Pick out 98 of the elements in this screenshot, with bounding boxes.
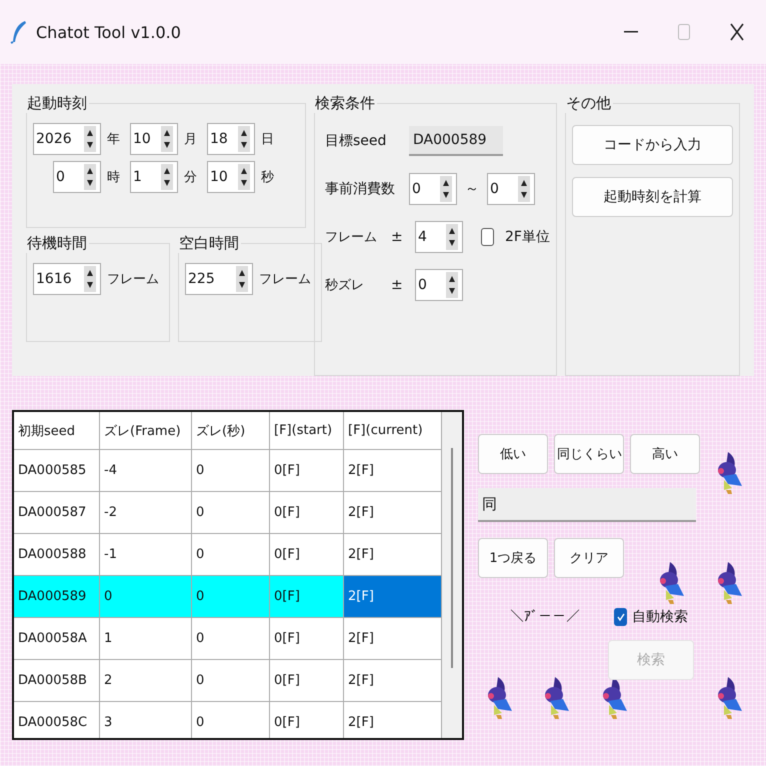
minimize-icon[interactable] (624, 31, 638, 33)
close-icon[interactable] (730, 23, 744, 41)
group-title: 待機時間 (26, 234, 88, 253)
table-cell[interactable]: 2[F] (344, 702, 442, 738)
group-title: 起動時刻 (26, 94, 88, 113)
table-cell[interactable]: 1 (100, 618, 192, 660)
check-icon (616, 612, 626, 622)
action-button[interactable]: 起動時刻を計算 (572, 177, 733, 217)
field-label: 目標seed (325, 132, 388, 150)
table-cell[interactable]: 2 (100, 660, 192, 702)
unit-label: 年 (107, 131, 120, 148)
column-header[interactable]: [F](start) (270, 412, 344, 450)
unit-label: 秒 (261, 169, 274, 186)
table-cell[interactable]: -4 (100, 450, 192, 492)
spinner-icon[interactable] (238, 164, 250, 190)
spin-field[interactable]: 10 (130, 123, 178, 155)
table-cell[interactable]: 0 (192, 450, 270, 492)
table-cell[interactable]: -2 (100, 492, 192, 534)
column-header[interactable]: 初期seed (14, 412, 100, 450)
checkbox-label: 自動検索 (632, 608, 688, 626)
spin-field[interactable]: 0 (53, 161, 101, 193)
unit-label: フレーム (107, 271, 159, 288)
cry-text: ＼ｱﾞ－－／ (510, 609, 580, 625)
unit-label: 日 (261, 131, 274, 148)
spin-field[interactable]: 2026 (33, 123, 101, 155)
table-cell[interactable]: 0 (192, 576, 270, 618)
spinner-icon[interactable] (84, 266, 96, 292)
judge-button[interactable]: 高い (630, 434, 700, 474)
spinner-icon[interactable] (161, 164, 173, 190)
spinner-icon[interactable] (518, 176, 530, 202)
spinner-icon[interactable] (84, 164, 96, 190)
column-header[interactable]: ズレ(Frame) (100, 412, 192, 450)
spin-field[interactable]: 1616 (33, 263, 101, 295)
field-label: 秒ズレ (325, 277, 365, 294)
field-label: フレーム (325, 229, 378, 246)
table-cell[interactable]: 0 (192, 660, 270, 702)
column-header[interactable]: ズレ(秒) (192, 412, 270, 450)
checkbox-label: 2F単位 (505, 228, 550, 246)
spin-field[interactable]: 0 (487, 173, 535, 205)
judge-button[interactable]: 低い (478, 434, 548, 474)
spinner-icon[interactable] (161, 126, 173, 152)
table-cell[interactable]: 2[F] (344, 576, 442, 618)
group-title: 空白時間 (178, 234, 240, 253)
table-cell[interactable]: 0[F] (270, 576, 344, 618)
group-title: 検索条件 (314, 94, 376, 113)
action-button[interactable]: コードから入力 (572, 125, 733, 165)
table-cell[interactable]: DA00058B (14, 660, 100, 702)
spinner-icon[interactable] (238, 126, 250, 152)
spin-field[interactable]: 18 (207, 123, 255, 155)
action-button[interactable]: 1つ戻る (478, 538, 548, 578)
plus-minus-sign: ± (391, 277, 404, 293)
table-cell[interactable]: 2[F] (344, 492, 442, 534)
unit-label: 分 (184, 169, 197, 186)
table-cell[interactable]: 2[F] (344, 450, 442, 492)
checkbox[interactable] (481, 228, 494, 246)
column-header[interactable]: [F](current) (344, 412, 442, 450)
table-cell[interactable]: DA000589 (14, 576, 100, 618)
checkbox[interactable] (614, 608, 627, 626)
table-cell[interactable]: DA00058A (14, 618, 100, 660)
table-cell[interactable]: 0 (192, 492, 270, 534)
spinner-icon[interactable] (446, 224, 458, 250)
unit-label: フレーム (259, 271, 311, 288)
spinner-icon[interactable] (446, 272, 458, 298)
action-button[interactable]: クリア (554, 538, 624, 578)
target-seed-field[interactable]: DA000589 (409, 126, 503, 156)
unit-label: 月 (184, 131, 197, 148)
feather-icon (10, 20, 28, 44)
spin-field[interactable]: 0 (415, 269, 463, 301)
plus-minus-sign: ± (391, 229, 404, 245)
table-cell[interactable]: 0[F] (270, 660, 344, 702)
judge-button[interactable]: 同じくらい (554, 434, 624, 474)
spin-field[interactable]: 225 (185, 263, 253, 295)
spin-field[interactable]: 4 (415, 221, 463, 253)
field-label: 事前消費数 (325, 180, 396, 198)
spinner-icon[interactable] (236, 266, 248, 292)
table-cell[interactable]: DA000587 (14, 492, 100, 534)
table-cell[interactable]: 0[F] (270, 492, 344, 534)
table-cell[interactable]: 0 (192, 702, 270, 738)
group-title: その他 (564, 94, 612, 113)
table-cell[interactable]: 2[F] (344, 660, 442, 702)
table-cell[interactable]: 2[F] (344, 618, 442, 660)
range-separator: ～ (464, 180, 480, 198)
spin-field[interactable]: 1 (130, 161, 178, 193)
table-cell[interactable]: 3 (100, 702, 192, 738)
window-title: Chatot Tool v1.0.0 (36, 22, 181, 42)
spinner-icon[interactable] (440, 176, 452, 202)
table-cell[interactable]: 0[F] (270, 618, 344, 660)
table-cell[interactable]: 0[F] (270, 702, 344, 738)
result-field[interactable]: 同 (478, 488, 696, 522)
spinner-icon[interactable] (84, 126, 96, 152)
unit-label: 時 (107, 169, 120, 186)
spin-field[interactable]: 0 (409, 173, 457, 205)
table-cell[interactable]: 0[F] (270, 450, 344, 492)
table-cell[interactable]: DA000585 (14, 450, 100, 492)
table-cell[interactable]: 0 (192, 618, 270, 660)
table-cell[interactable]: 0 (100, 576, 192, 618)
spin-field[interactable]: 10 (207, 161, 255, 193)
table-cell[interactable]: DA00058C (14, 702, 100, 738)
